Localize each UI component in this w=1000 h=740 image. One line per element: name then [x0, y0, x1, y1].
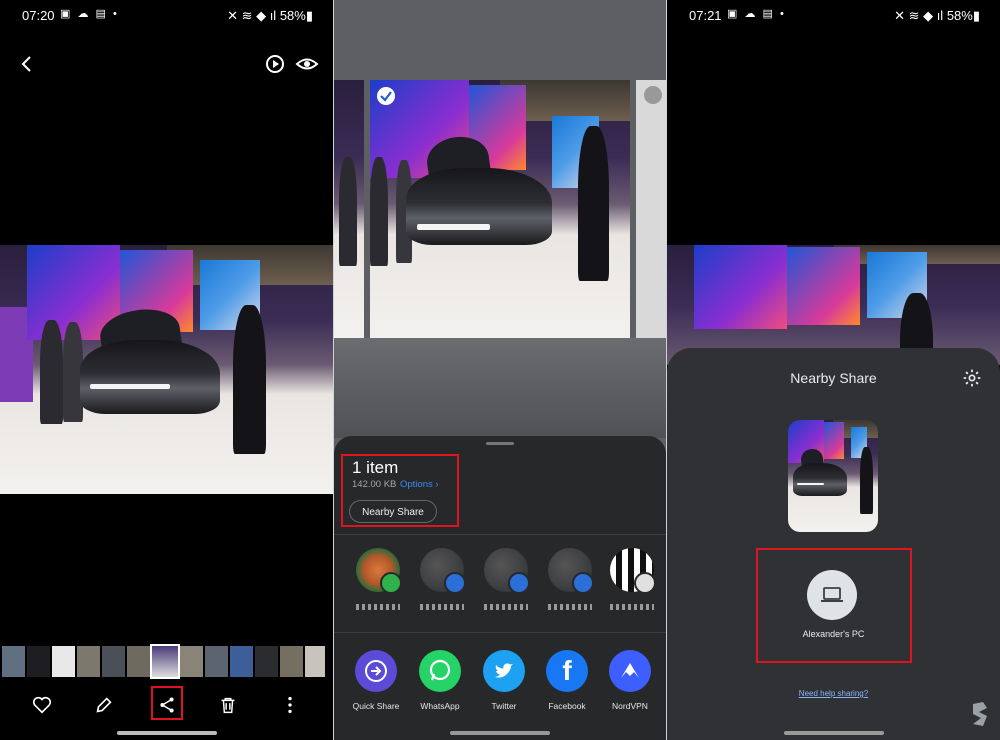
direct-share-contact[interactable]: [610, 548, 656, 594]
gear-icon[interactable]: [962, 368, 982, 388]
trash-icon[interactable]: [217, 694, 239, 716]
app-label: Twitter: [491, 701, 517, 711]
app-label: Quick Share: [352, 701, 400, 711]
nav-handle: [783, 731, 884, 735]
status-time: 07:21: [689, 8, 722, 23]
app-label: Facebook: [548, 701, 586, 711]
nearby-share-panel: 07:21 ▣ ☁ ▤ • ✕ ≋ ◆ ıl 58%▮ Nearby Share…: [667, 0, 1000, 740]
thumbnail[interactable]: [52, 646, 75, 677]
whatsapp-icon: [429, 659, 451, 681]
app-icon-bg-facebook: f: [546, 650, 588, 692]
status-notification-icons: ▣ ☁ ▤ •: [727, 8, 786, 20]
device-highlight-box: [756, 548, 912, 663]
adjacent-photo-right[interactable]: [636, 80, 666, 338]
status-notification-icons: ▣ ☁ ▤ •: [60, 8, 119, 20]
gallery-viewer-panel: 07:20 ▣ ☁ ▤ • ✕ ≋ ◆ ıl 58%▮: [0, 0, 333, 740]
selected-photo[interactable]: [370, 80, 630, 338]
thumbnail[interactable]: [205, 646, 228, 677]
app-icon-bg-quick-share: [355, 650, 397, 692]
app-twitter[interactable]: Twitter: [479, 650, 529, 711]
thumbnail[interactable]: [2, 646, 25, 677]
eye-icon[interactable]: [295, 52, 319, 76]
more-icon[interactable]: [279, 694, 301, 716]
contact-name-blurred: [420, 604, 464, 610]
app-icon-bg-twitter: [483, 650, 525, 692]
thumbnail[interactable]: [77, 646, 100, 677]
app-label: NordVPN: [612, 701, 648, 711]
edit-icon[interactable]: [93, 694, 115, 716]
nordvpn-icon: [621, 663, 639, 678]
battery-icon: ▮: [972, 8, 980, 23]
app-facebook[interactable]: f Facebook: [542, 650, 592, 711]
contact-name-blurred: [548, 604, 592, 610]
direct-share-contact[interactable]: [484, 548, 530, 594]
divider: [334, 534, 666, 535]
app-label: WhatsApp: [420, 701, 460, 711]
adjacent-photo-left[interactable]: [334, 80, 364, 338]
battery-level: 58%: [279, 8, 306, 23]
divider: [334, 632, 666, 633]
sheet-handle[interactable]: [486, 442, 514, 445]
arrow-right-icon: [365, 660, 387, 682]
thumbnail[interactable]: [27, 646, 50, 677]
battery-icon: ▮: [305, 8, 313, 23]
status-bar: 07:21 ▣ ☁ ▤ • ✕ ≋ ◆ ıl 58%▮: [667, 0, 1000, 30]
nav-handle: [116, 731, 217, 735]
status-right: ✕ ≋ ◆ ıl 58%▮: [894, 8, 980, 24]
app-icon-bg-nordvpn: [609, 650, 651, 692]
heart-icon[interactable]: [31, 694, 53, 716]
nearby-share-sheet: Nearby Share Alexander's PC Need help sh…: [667, 348, 1000, 740]
thumbnail-active[interactable]: [150, 644, 180, 679]
watermark-logo-icon: [973, 702, 987, 726]
background-photo: [667, 245, 1000, 365]
direct-share-contact[interactable]: [356, 548, 402, 594]
contact-name-blurred: [356, 604, 400, 610]
thumbnail[interactable]: [305, 646, 325, 677]
nav-handle: [450, 731, 550, 735]
blurred-background: [334, 338, 666, 438]
contact-name-blurred: [610, 604, 654, 610]
direct-share-contact[interactable]: [420, 548, 466, 594]
backdrop: [334, 0, 666, 80]
app-quick-share[interactable]: Quick Share: [351, 650, 401, 711]
battery-level: 58%: [946, 8, 973, 23]
twitter-icon: [495, 663, 513, 678]
thumbnail[interactable]: [127, 646, 150, 677]
thumbnail[interactable]: [280, 646, 303, 677]
app-whatsapp[interactable]: WhatsApp: [415, 650, 465, 711]
main-photo[interactable]: [0, 245, 333, 494]
shared-photo-preview: [788, 420, 878, 532]
sheet-title: Nearby Share: [790, 370, 877, 386]
direct-share-contact[interactable]: [548, 548, 594, 594]
facebook-icon: f: [562, 655, 572, 686]
signal-icons: ✕ ≋ ◆ ıl: [227, 8, 280, 23]
motion-photo-icon[interactable]: [263, 52, 287, 76]
status-bar: 07:20 ▣ ☁ ▤ • ✕ ≋ ◆ ıl 58%▮: [0, 0, 333, 30]
status-time: 07:20: [22, 8, 55, 23]
thumbnail[interactable]: [255, 646, 278, 677]
app-icon-bg-whatsapp: [419, 650, 461, 692]
thumbnail[interactable]: [230, 646, 253, 677]
thumbnail[interactable]: [102, 646, 125, 677]
share-sheet-panel: 1 item 142.00 KB Options › Nearby Share …: [334, 0, 666, 740]
unselected-circle[interactable]: [644, 86, 662, 104]
share-highlight-box: [151, 686, 183, 720]
contact-name-blurred: [484, 604, 528, 610]
signal-icons: ✕ ≋ ◆ ıl: [894, 8, 947, 23]
status-right: ✕ ≋ ◆ ıl 58%▮: [227, 8, 313, 24]
thumbnail[interactable]: [180, 646, 203, 677]
thumbnail-strip[interactable]: [2, 644, 325, 679]
help-link[interactable]: Need help sharing?: [667, 689, 1000, 698]
back-icon[interactable]: [16, 52, 40, 76]
checkmark-icon[interactable]: [376, 86, 396, 106]
nearby-share-highlight-box: [341, 454, 459, 527]
app-nordvpn[interactable]: NordVPN: [605, 650, 655, 711]
